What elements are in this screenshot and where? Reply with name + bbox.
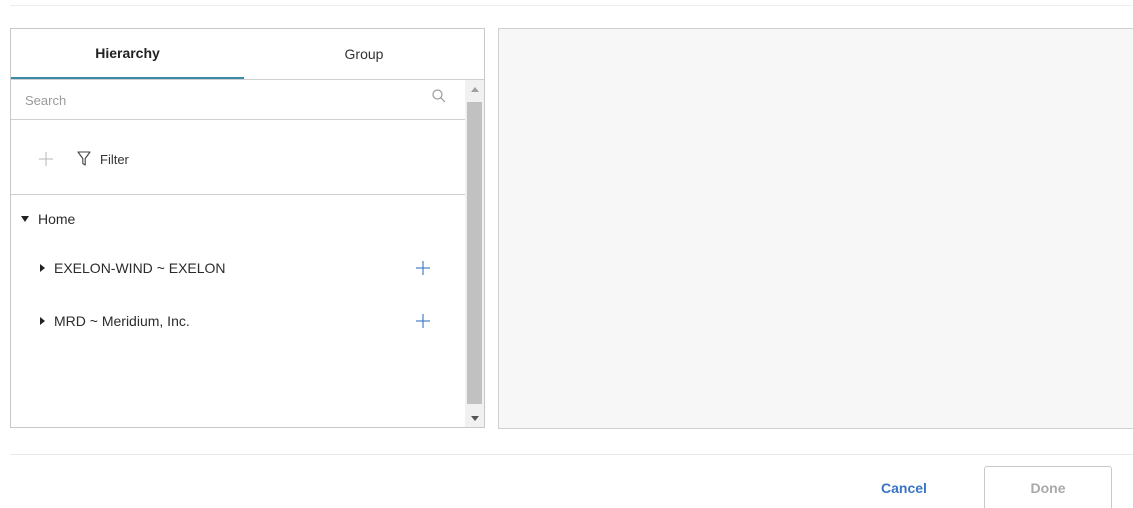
cancel-button[interactable]: Cancel	[862, 470, 946, 506]
details-panel	[498, 28, 1133, 429]
filter-label: Filter	[100, 151, 129, 167]
search-row	[11, 80, 465, 120]
add-icon[interactable]	[415, 313, 431, 329]
top-divider	[10, 5, 1133, 6]
filter-icon	[77, 151, 91, 166]
filter-button[interactable]: Filter	[77, 147, 129, 171]
tab-group[interactable]: Group	[244, 29, 484, 79]
caret-right-icon[interactable]	[40, 264, 45, 272]
tree-node-exelon-wind[interactable]: EXELON-WIND ~ EXELON	[11, 253, 465, 283]
done-button[interactable]: Done	[984, 466, 1112, 508]
tab-bar: Hierarchy Group	[11, 29, 484, 80]
tree-node-label: EXELON-WIND ~ EXELON	[54, 260, 226, 276]
vertical-scrollbar[interactable]	[465, 80, 484, 427]
toolbar: Filter	[11, 120, 465, 195]
search-icon[interactable]	[431, 88, 447, 104]
scrollbar-thumb[interactable]	[467, 102, 482, 404]
tree-node-mrd[interactable]: MRD ~ Meridium, Inc.	[11, 306, 465, 336]
tree-node-label: MRD ~ Meridium, Inc.	[54, 313, 190, 329]
scroll-up-icon[interactable]	[465, 80, 484, 99]
tab-hierarchy[interactable]: Hierarchy	[11, 29, 244, 79]
tree-node-label: Home	[38, 211, 76, 227]
hierarchy-panel: Hierarchy Group Search Filter Home EXELO…	[10, 28, 485, 428]
caret-down-icon[interactable]	[21, 216, 29, 222]
tree-node-home[interactable]: Home	[11, 204, 465, 234]
add-icon[interactable]	[38, 151, 54, 167]
hierarchy-content: Filter Home EXELON-WIND ~ EXELON	[11, 80, 465, 427]
scroll-down-icon[interactable]	[465, 409, 484, 427]
hierarchy-selection-dialog: Hierarchy Group Search Filter Home EXELO…	[0, 0, 1133, 508]
caret-right-icon[interactable]	[40, 317, 45, 325]
search-input[interactable]	[25, 89, 415, 111]
add-icon[interactable]	[415, 260, 431, 276]
footer-divider	[10, 454, 1133, 455]
